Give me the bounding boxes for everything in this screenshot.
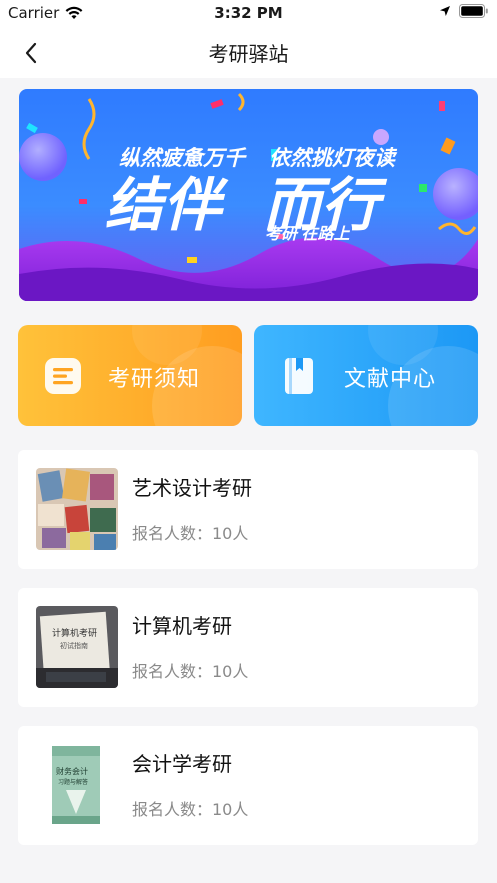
status-bar: Carrier 3:32 PM: [0, 0, 497, 26]
book-cover-subtitle: 初试指南: [60, 641, 88, 650]
quick-link-exam-notice[interactable]: 考研须知: [18, 325, 242, 426]
quick-link-label: 文献中心: [344, 367, 437, 392]
course-title: 计算机考研: [132, 614, 232, 638]
promo-banner[interactable]: 纵然疲惫万千 依然挑灯夜读 结伴 而行 考研 在路上: [19, 89, 478, 301]
course-card-art-design[interactable]: 艺术设计考研 报名人数：10人: [18, 450, 478, 569]
book-cover-title: 计算机考研: [52, 627, 97, 638]
quick-link-literature-center[interactable]: 文献中心: [254, 325, 478, 426]
banner-text: 纵然疲惫万千 依然挑灯夜读 结伴 而行 考研 在路上: [105, 146, 398, 243]
course-enroll-count: 报名人数：10人: [132, 800, 249, 819]
quick-link-label: 考研须知: [108, 367, 201, 392]
book-cover-title: 财务会计: [56, 766, 88, 776]
battery-icon: [459, 4, 488, 18]
status-time: 3:32 PM: [214, 4, 283, 22]
banner-headline-a: 结伴: [105, 173, 229, 238]
banner-line1-right: 依然挑灯夜读: [269, 146, 398, 170]
banner-tagline: 考研 在路上: [265, 225, 350, 243]
course-title: 艺术设计考研: [132, 476, 252, 500]
course-enroll-count: 报名人数：10人: [132, 662, 249, 681]
location-arrow-icon: [440, 6, 450, 16]
course-thumbnail: [36, 468, 118, 550]
course-title: 会计学考研: [132, 752, 232, 776]
course-card-accounting[interactable]: 财务会计 习题与解答 会计学考研 报名人数：10人: [18, 726, 478, 845]
course-thumbnail: 计算机考研 初试指南: [36, 606, 118, 688]
banner-line1-left: 纵然疲惫万千: [119, 146, 247, 170]
course-thumbnail: 财务会计 习题与解答: [36, 744, 118, 826]
course-card-computer[interactable]: 计算机考研 初试指南 计算机考研 报名人数：10人: [18, 588, 478, 707]
page-title: 考研驿站: [208, 42, 289, 66]
course-enroll-count: 报名人数：10人: [132, 524, 249, 543]
book-cover-subtitle: 习题与解答: [58, 778, 88, 786]
banner-art: 纵然疲惫万千 依然挑灯夜读 结伴 而行 考研 在路上: [19, 92, 478, 301]
status-right: [439, 4, 489, 18]
nav-bar: 考研驿站: [0, 26, 497, 78]
book-icon: [285, 358, 313, 394]
notice-list-icon: [45, 358, 81, 394]
